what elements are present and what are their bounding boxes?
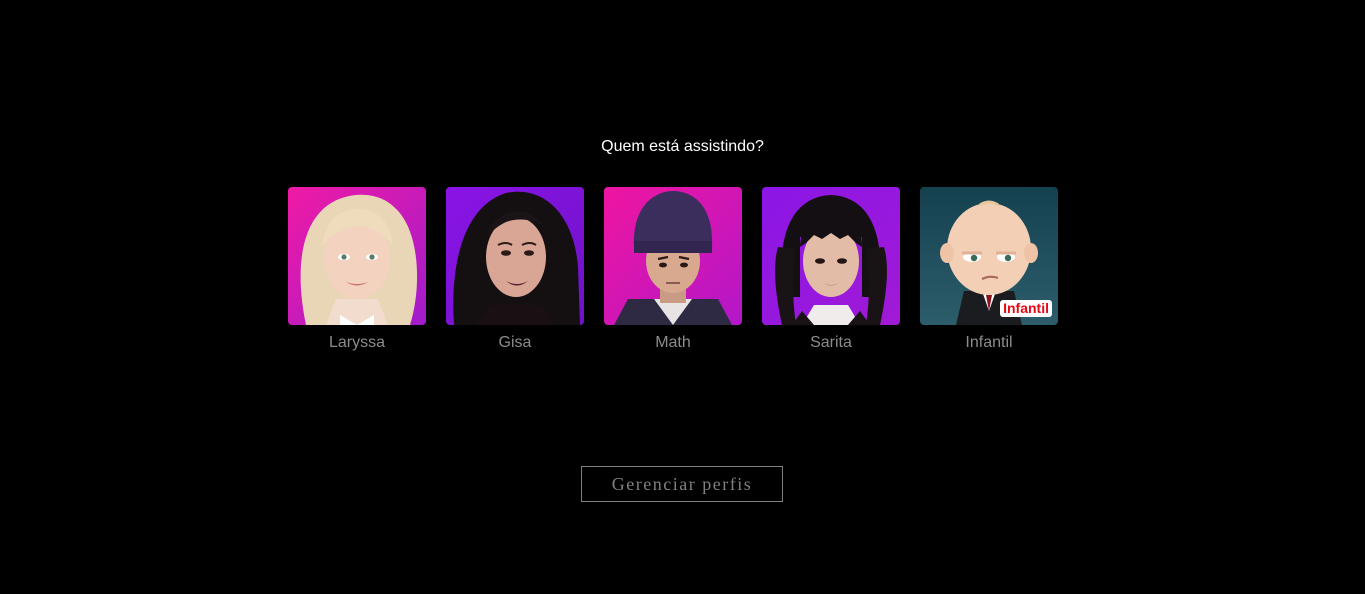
profile-name-infantil[interactable]: Infantil — [965, 333, 1012, 353]
profile-infantil[interactable]: Infantil Infantil — [920, 187, 1058, 353]
profile-name-math[interactable]: Math — [655, 333, 691, 353]
manage-profiles-button[interactable]: Gerenciar perfis — [581, 466, 783, 502]
profile-gisa[interactable]: Gisa — [446, 187, 584, 353]
profile-laryssa[interactable]: Laryssa — [288, 187, 426, 353]
blonde-girl-avatar-icon[interactable] — [288, 187, 426, 325]
kids-badge: Infantil — [1000, 300, 1052, 317]
boss-baby-avatar-icon[interactable]: Infantil — [920, 187, 1058, 325]
profile-name-gisa[interactable]: Gisa — [499, 333, 532, 353]
profile-list: Laryssa Gisa Math Sarita Infantil Infant… — [288, 187, 1058, 353]
profile-math[interactable]: Math — [604, 187, 742, 353]
profile-name-laryssa[interactable]: Laryssa — [329, 333, 385, 353]
boy-beanie-avatar-icon[interactable] — [604, 187, 742, 325]
profile-name-sarita[interactable]: Sarita — [810, 333, 852, 353]
page-title: Quem está assistindo? — [601, 138, 764, 155]
braided-girl-avatar-icon[interactable] — [762, 187, 900, 325]
dark-haired-woman-avatar-icon[interactable] — [446, 187, 584, 325]
profile-selection-page: Quem está assistindo? Laryssa Gisa Math … — [0, 0, 1365, 594]
kids-badge-label: Infantil — [1003, 300, 1049, 316]
profile-sarita[interactable]: Sarita — [762, 187, 900, 353]
